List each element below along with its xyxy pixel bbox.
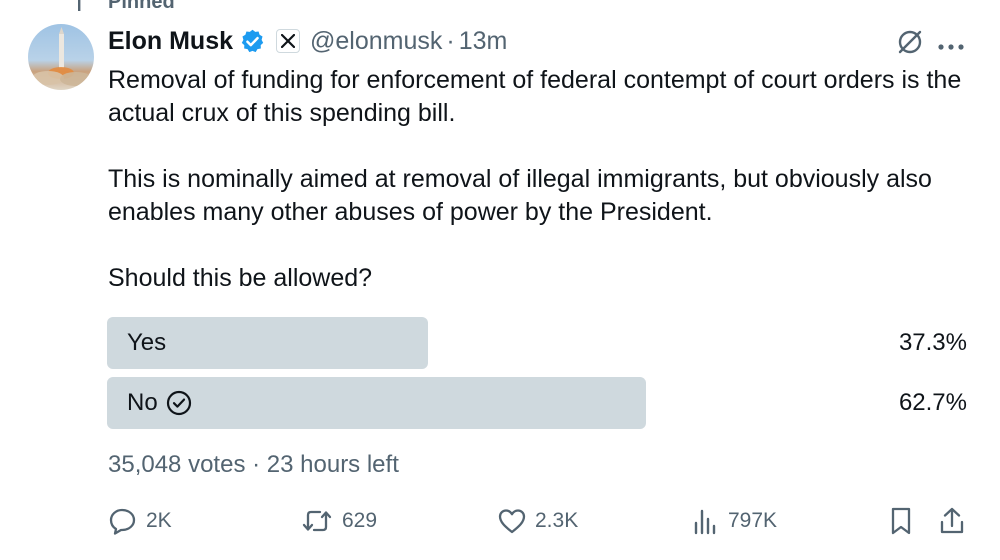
repost-icon <box>302 510 332 532</box>
more-icon[interactable] <box>937 38 965 56</box>
check-circle-icon <box>166 390 191 416</box>
grok-icon[interactable] <box>896 28 924 61</box>
reply-icon <box>109 508 136 535</box>
like-count: 2.3K <box>535 509 579 532</box>
pin-icon <box>78 0 81 11</box>
timestamp[interactable]: 13m <box>459 27 508 56</box>
bookmark-button[interactable] <box>888 505 922 537</box>
share-icon <box>940 507 964 534</box>
views-count: 797K <box>728 509 778 532</box>
poll-option-label: No <box>127 377 192 429</box>
poll-meta: 35,048 votes · 23 hours left <box>108 451 399 479</box>
x-logo-icon <box>276 29 301 53</box>
verified-badge-icon <box>239 28 266 55</box>
views-icon <box>694 509 716 535</box>
like-icon <box>498 509 526 534</box>
poll-option-label: Yes <box>127 317 166 369</box>
author-name[interactable]: Elon Musk <box>108 27 233 56</box>
poll-option-text: Yes <box>127 329 167 356</box>
reply-count: 2K <box>146 509 172 532</box>
tweet-paragraph: This is nominally aimed at removal of il… <box>108 165 932 226</box>
repost-button[interactable]: 629 <box>300 505 377 537</box>
reply-button[interactable]: 2K <box>108 505 172 537</box>
poll-option-text: No <box>127 389 158 416</box>
tweet-paragraph: Should this be allowed? <box>108 264 373 292</box>
rocket-avatar-image <box>32 27 92 86</box>
tweet-text: Removal of funding for enforcement of fe… <box>108 64 978 295</box>
poll-option-no[interactable]: No 62.7% <box>107 377 967 429</box>
tweet-paragraph: Removal of funding for enforcement of fe… <box>108 66 962 127</box>
bookmark-icon <box>891 507 911 535</box>
author-handle[interactable]: @elonmusk <box>310 27 442 56</box>
poll-votes: 35,048 votes <box>108 451 246 478</box>
poll-percentage: 37.3% <box>898 329 967 356</box>
views-button[interactable]: 797K <box>692 505 777 537</box>
like-button[interactable]: 2.3K <box>497 505 578 537</box>
action-bar: 2K 629 2.3K 797K <box>0 505 1000 537</box>
share-button[interactable] <box>938 505 974 537</box>
separator-dot: · <box>252 451 267 478</box>
tweet-header: Elon Musk @elonmusk · 13m <box>108 26 507 56</box>
separator-dot: · <box>446 26 455 55</box>
avatar[interactable] <box>28 24 94 90</box>
repost-count: 629 <box>342 509 378 532</box>
poll-option-yes[interactable]: Yes 37.3% <box>107 317 967 369</box>
poll-percentage: 62.7% <box>898 389 967 416</box>
pinned-indicator: Pinned <box>70 0 175 13</box>
poll-time-left: 23 hours left <box>266 451 399 478</box>
pinned-label: Pinned <box>108 0 175 13</box>
